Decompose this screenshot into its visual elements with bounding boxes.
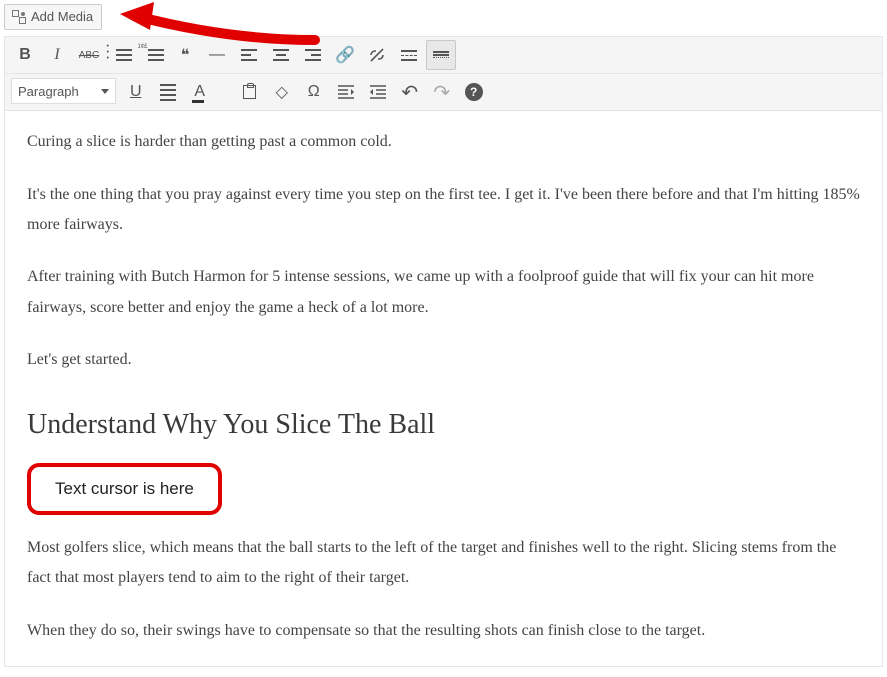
clear-formatting-button[interactable]: ◇ (267, 77, 297, 107)
align-center-button[interactable] (266, 40, 296, 70)
add-media-button[interactable]: Add Media (4, 4, 102, 30)
numbered-list-button[interactable] (138, 40, 168, 70)
heading-2[interactable]: Understand Why You Slice The Ball (27, 398, 860, 451)
paste-as-text-button[interactable] (235, 77, 265, 107)
text-color-dropdown[interactable] (217, 77, 233, 107)
chevron-down-icon (101, 89, 109, 94)
indent-button[interactable] (363, 77, 393, 107)
read-more-button[interactable] (394, 40, 424, 70)
kitchen-sink-button[interactable] (426, 40, 456, 70)
media-icon (11, 9, 27, 25)
outdent-button[interactable] (331, 77, 361, 107)
paragraph[interactable]: Curing a slice is harder than getting pa… (27, 127, 860, 157)
paragraph[interactable]: Most golfers slice, which means that the… (27, 533, 860, 594)
paragraph[interactable]: Let's get started. (27, 345, 860, 375)
bullet-list-button[interactable] (106, 40, 136, 70)
help-button[interactable]: ? (465, 83, 483, 101)
blockquote-button[interactable]: ❝ (170, 40, 200, 70)
underline-button[interactable]: U (121, 77, 151, 107)
align-justify-button[interactable] (153, 77, 183, 107)
paragraph[interactable]: After training with Butch Harmon for 5 i… (27, 262, 860, 323)
paragraph[interactable]: When they do so, their swings have to co… (27, 616, 860, 646)
redo-button[interactable]: ↷ (427, 77, 457, 107)
italic-button[interactable]: I (42, 40, 72, 70)
link-button[interactable]: 🔗 (330, 40, 360, 70)
bold-button[interactable]: B (10, 40, 40, 70)
format-select-value: Paragraph (18, 84, 79, 99)
special-character-button[interactable]: Ω (299, 77, 329, 107)
paragraph[interactable]: It's the one thing that you pray against… (27, 180, 860, 241)
undo-button[interactable]: ↶ (395, 77, 425, 107)
cursor-annotation-box: Text cursor is here (27, 463, 222, 515)
align-right-button[interactable] (298, 40, 328, 70)
editor-toolbar: B I ABC ❝ — 🔗 Paragraph U A ◇ Ω ↶ ↷ ? Cu… (4, 36, 883, 667)
unlink-button[interactable] (362, 40, 392, 70)
strikethrough-button[interactable]: ABC (74, 40, 104, 70)
format-select[interactable]: Paragraph (11, 78, 116, 104)
text-color-button[interactable]: A (185, 77, 215, 107)
horizontal-rule-button[interactable]: — (202, 40, 232, 70)
align-left-button[interactable] (234, 40, 264, 70)
add-media-label: Add Media (31, 8, 93, 26)
editor-content-area[interactable]: Curing a slice is harder than getting pa… (5, 111, 882, 666)
